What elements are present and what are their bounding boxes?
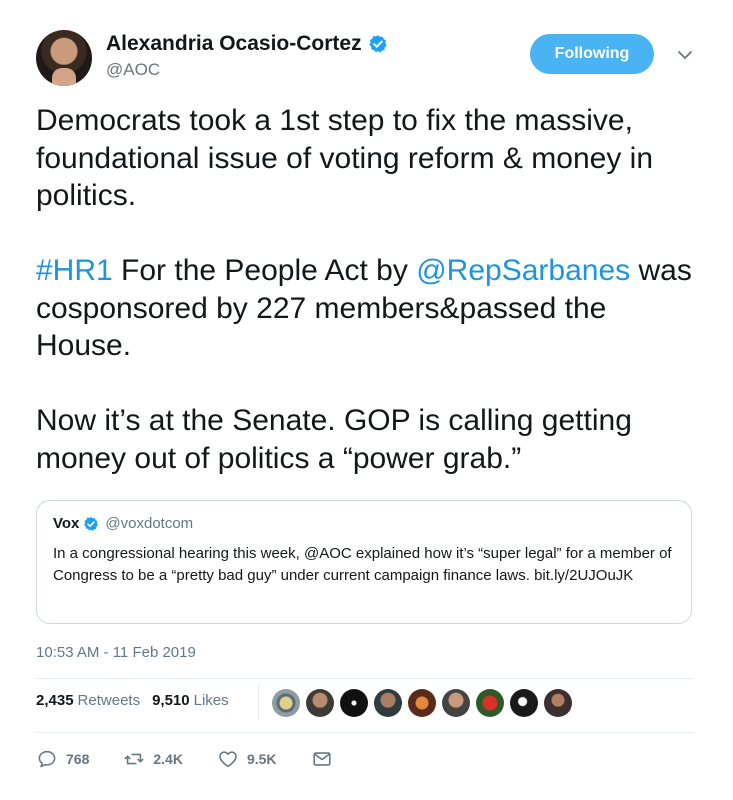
tweet-paragraph: #HR1 For the People Act by @RepSarbanes … [36,252,706,365]
reply-button[interactable]: 768 [36,748,89,770]
quoted-author-name: Vox [53,515,80,532]
retweet-button[interactable]: 2.4K [123,748,183,770]
divider [36,678,694,679]
tweet-stats: 2,435 Retweets 9,510 Likes [36,692,241,709]
envelope-icon [312,752,331,766]
quoted-author-handle: @voxdotcom [105,515,194,532]
likes-count[interactable]: 9,510 [152,692,190,709]
tweet-paragraph: Now it’s at the Senate. GOP is calling g… [36,404,632,475]
divider [36,732,694,733]
tweet-timestamp[interactable]: 10:53 AM - 11 Feb 2019 [36,644,196,661]
quoted-tweet-text: In a congressional hearing this week, @A… [53,545,672,584]
retweet-count: 2.4K [153,751,183,767]
reply-count: 768 [66,751,90,767]
liker-avatar[interactable] [476,689,504,717]
quoted-tweet-header: Vox @voxdotcom [53,515,193,532]
chevron-down-icon[interactable] [676,46,694,64]
likes-label[interactable]: Likes [194,692,229,709]
following-button[interactable]: Following [530,34,654,74]
tweet-header: Alexandria Ocasio-Cortez @AOC Following [36,28,696,88]
verified-badge-icon [368,35,387,53]
author-avatar[interactable] [36,30,92,86]
author-handle[interactable]: @AOC [106,60,160,80]
tweet-text: Democrats took a 1st step to fix the mas… [36,102,706,477]
tweet-inline-text: For the People Act by [112,254,417,287]
direct-message-button[interactable] [311,748,341,770]
verified-badge-icon [84,516,99,531]
liker-avatar[interactable] [272,689,300,717]
like-button[interactable]: 9.5K [217,748,277,770]
liker-avatar[interactable] [510,689,538,717]
author-display-name[interactable]: Alexandria Ocasio-Cortez [106,32,362,56]
liker-avatar[interactable] [374,689,402,717]
retweets-count[interactable]: 2,435 [36,692,74,709]
mention-link[interactable]: @RepSarbanes [416,254,630,287]
liker-avatar[interactable] [408,689,436,717]
like-count: 9.5K [246,751,277,767]
liker-avatar[interactable] [544,689,572,717]
author-name-row: Alexandria Ocasio-Cortez [106,32,388,56]
heart-icon [219,751,237,768]
liker-avatar[interactable] [442,689,470,717]
liker-avatar[interactable] [340,689,368,717]
quoted-tweet-card[interactable]: Vox @voxdotcom In a congressional hearin… [36,500,692,624]
tweet-actions: 768 2.4K 9.5K [36,748,375,770]
liker-avatar[interactable] [306,689,334,717]
stats-separator [258,684,259,720]
hashtag-link[interactable]: #HR1 [36,254,113,287]
tweet-paragraph: Democrats took a 1st step to fix the mas… [36,104,654,212]
liker-avatars [272,689,578,717]
retweets-label[interactable]: Retweets [78,692,141,709]
reply-icon [38,750,56,768]
retweet-icon [124,753,144,765]
